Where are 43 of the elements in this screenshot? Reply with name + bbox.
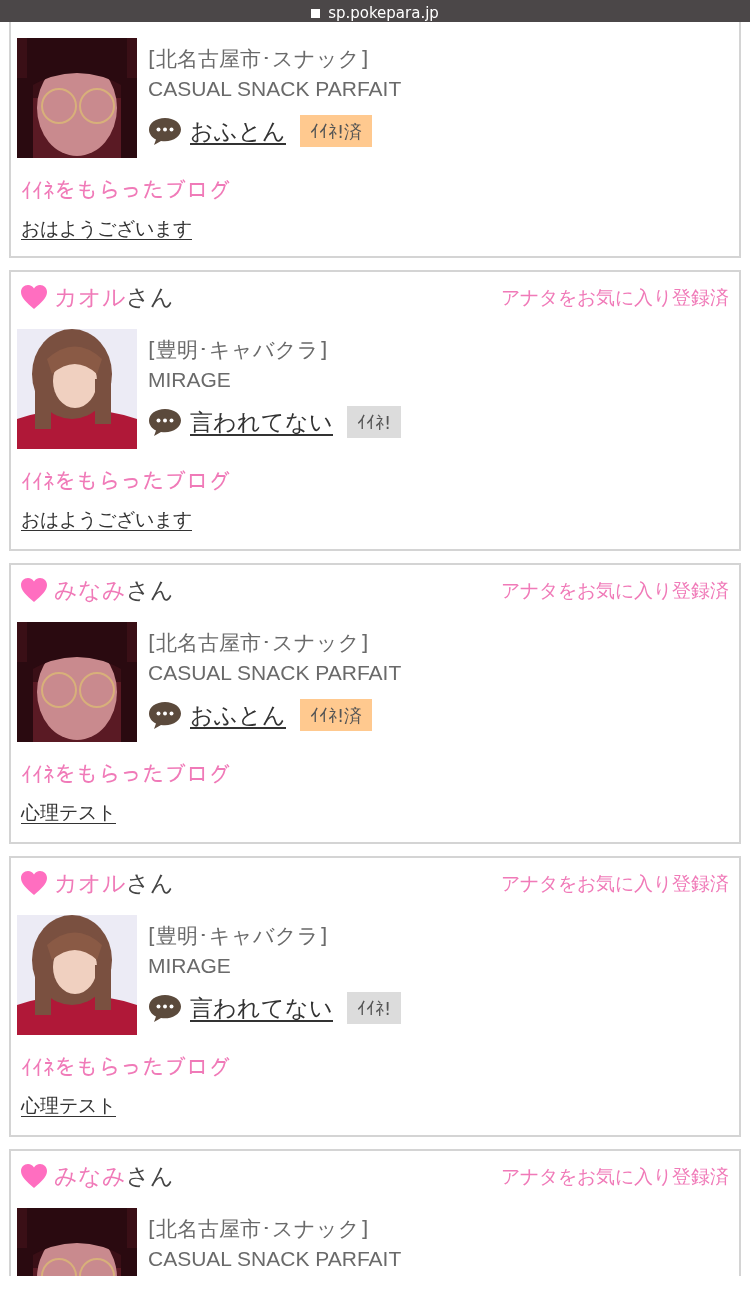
favorite-status: アナタをお気に入り登録済 <box>501 1163 730 1189</box>
blog-title-link[interactable]: 心理テスト <box>21 1091 116 1119</box>
blog-title-link[interactable]: おはようございます <box>21 505 192 533</box>
heart-icon <box>20 577 48 603</box>
like-button[interactable]: ｲｲﾈ! <box>347 406 402 439</box>
url-text: sp.pokepara.jp <box>328 4 439 22</box>
honorific: さん <box>126 575 174 605</box>
comment-link[interactable]: おふとん <box>190 698 286 733</box>
area-genre: [北名古屋市･スナック] <box>148 1216 370 1243</box>
comment-link[interactable]: 言われてない <box>190 991 333 1026</box>
blog-section-label: ｲｲﾈをもらったブログ <box>21 177 230 205</box>
honorific: さん <box>126 868 174 898</box>
speech-bubble-icon <box>148 407 182 438</box>
speech-bubble-icon <box>148 700 182 731</box>
comment-link[interactable]: おふとん <box>190 114 286 149</box>
honorific: さん <box>126 1161 174 1191</box>
shop-name: CASUAL SNACK PARFAIT <box>148 1246 402 1272</box>
heart-icon <box>20 284 48 310</box>
blog-title-link[interactable]: おはようございます <box>21 214 192 242</box>
comment-link[interactable]: 言われてない <box>190 405 333 440</box>
shop-name: MIRAGE <box>148 367 232 393</box>
favorite-status: アナタをお気に入り登録済 <box>501 870 730 896</box>
favorite-status: アナタをお気に入り登録済 <box>501 577 730 603</box>
area-genre: [豊明･キャバクラ] <box>148 923 329 950</box>
speech-bubble-icon <box>148 993 182 1024</box>
shop-name: CASUAL SNACK PARFAIT <box>148 660 402 686</box>
blog-section-label: ｲｲﾈをもらったブログ <box>21 468 230 496</box>
blog-section-label: ｲｲﾈをもらったブログ <box>21 1054 230 1082</box>
like-button[interactable]: ｲｲﾈ! <box>347 992 402 1025</box>
blog-section-label: ｲｲﾈをもらったブログ <box>21 761 230 789</box>
heart-icon <box>20 1163 48 1189</box>
like-button[interactable]: ｲｲﾈ!済 <box>300 115 373 148</box>
honorific: さん <box>126 282 174 312</box>
blog-title-link[interactable]: 心理テスト <box>21 798 116 826</box>
shop-name: CASUAL SNACK PARFAIT <box>148 76 402 102</box>
heart-icon <box>20 870 48 896</box>
like-button[interactable]: ｲｲﾈ!済 <box>300 699 373 732</box>
favorite-status: アナタをお気に入り登録済 <box>501 284 730 310</box>
area-genre: [北名古屋市･スナック] <box>148 46 370 73</box>
area-genre: [豊明･キャバクラ] <box>148 337 329 364</box>
area-genre: [北名古屋市･スナック] <box>148 630 370 657</box>
shop-name: MIRAGE <box>148 953 232 979</box>
speech-bubble-icon <box>148 116 182 147</box>
